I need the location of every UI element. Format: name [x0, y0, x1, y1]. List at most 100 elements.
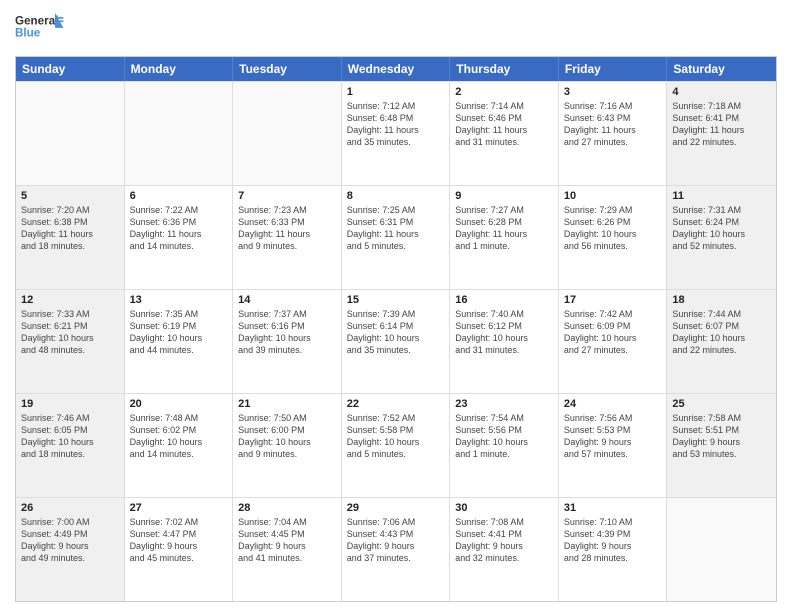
calendar-cell: 31 Sunrise: 7:10 AM Sunset: 4:39 PM Dayli… — [559, 498, 668, 601]
day-info: Sunrise: 7:22 AM Sunset: 6:36 PM Dayligh… — [130, 204, 228, 253]
day-number: 28 — [238, 502, 336, 514]
day-number: 31 — [564, 502, 662, 514]
day-info: Sunrise: 7:48 AM Sunset: 6:02 PM Dayligh… — [130, 412, 228, 461]
header-cell-monday: Monday — [125, 57, 234, 81]
calendar-cell — [16, 82, 125, 185]
day-number: 23 — [455, 398, 553, 410]
day-info: Sunrise: 7:04 AM Sunset: 4:45 PM Dayligh… — [238, 516, 336, 565]
calendar-cell: 1 Sunrise: 7:12 AM Sunset: 6:48 PM Daylig… — [342, 82, 451, 185]
calendar-cell: 27 Sunrise: 7:02 AM Sunset: 4:47 PM Dayli… — [125, 498, 234, 601]
day-info: Sunrise: 7:33 AM Sunset: 6:21 PM Dayligh… — [21, 308, 119, 357]
day-number: 20 — [130, 398, 228, 410]
calendar-cell: 14 Sunrise: 7:37 AM Sunset: 6:16 PM Dayli… — [233, 290, 342, 393]
calendar-row-2: 12Sunrise: 7:33 AM Sunset: 6:21 PM Dayli… — [16, 289, 776, 393]
header-cell-friday: Friday — [559, 57, 668, 81]
day-info: Sunrise: 7:44 AM Sunset: 6:07 PM Dayligh… — [672, 308, 771, 357]
day-number: 13 — [130, 294, 228, 306]
day-number: 4 — [672, 86, 771, 98]
day-number: 30 — [455, 502, 553, 514]
day-number: 2 — [455, 86, 553, 98]
day-info: Sunrise: 7:00 AM Sunset: 4:49 PM Dayligh… — [21, 516, 119, 565]
day-info: Sunrise: 7:12 AM Sunset: 6:48 PM Dayligh… — [347, 100, 445, 149]
day-info: Sunrise: 7:42 AM Sunset: 6:09 PM Dayligh… — [564, 308, 662, 357]
day-number: 22 — [347, 398, 445, 410]
day-number: 26 — [21, 502, 119, 514]
header-cell-saturday: Saturday — [667, 57, 776, 81]
calendar-cell: 4 Sunrise: 7:18 AM Sunset: 6:41 PM Daylig… — [667, 82, 776, 185]
day-info: Sunrise: 7:10 AM Sunset: 4:39 PM Dayligh… — [564, 516, 662, 565]
calendar-cell: 17 Sunrise: 7:42 AM Sunset: 6:09 PM Dayli… — [559, 290, 668, 393]
calendar-cell: 20 Sunrise: 7:48 AM Sunset: 6:02 PM Dayli… — [125, 394, 234, 497]
logo: General Blue — [15, 10, 65, 50]
day-number: 18 — [672, 294, 771, 306]
day-number: 29 — [347, 502, 445, 514]
header: General Blue — [15, 10, 777, 50]
calendar-cell: 5Sunrise: 7:20 AM Sunset: 6:38 PM Daylig… — [16, 186, 125, 289]
day-number: 1 — [347, 86, 445, 98]
calendar-cell: 18 Sunrise: 7:44 AM Sunset: 6:07 PM Dayli… — [667, 290, 776, 393]
day-number: 9 — [455, 190, 553, 202]
calendar-cell: 25Sunrise: 7:58 AM Sunset: 5:51 PM Dayli… — [667, 394, 776, 497]
day-info: Sunrise: 7:35 AM Sunset: 6:19 PM Dayligh… — [130, 308, 228, 357]
calendar-cell: 30 Sunrise: 7:08 AM Sunset: 4:41 PM Dayli… — [450, 498, 559, 601]
day-number: 16 — [455, 294, 553, 306]
day-number: 8 — [347, 190, 445, 202]
day-info: Sunrise: 7:14 AM Sunset: 6:46 PM Dayligh… — [455, 100, 553, 149]
day-info: Sunrise: 7:52 AM Sunset: 5:58 PM Dayligh… — [347, 412, 445, 461]
calendar-cell — [667, 498, 776, 601]
day-info: Sunrise: 7:50 AM Sunset: 6:00 PM Dayligh… — [238, 412, 336, 461]
day-info: Sunrise: 7:27 AM Sunset: 6:28 PM Dayligh… — [455, 204, 553, 253]
calendar-body: 1 Sunrise: 7:12 AM Sunset: 6:48 PM Daylig… — [16, 81, 776, 601]
day-number: 10 — [564, 190, 662, 202]
logo-icon: General Blue — [15, 10, 65, 50]
day-info: Sunrise: 7:54 AM Sunset: 5:56 PM Dayligh… — [455, 412, 553, 461]
day-info: Sunrise: 7:56 AM Sunset: 5:53 PM Dayligh… — [564, 412, 662, 461]
calendar-row-4: 26 Sunrise: 7:00 AM Sunset: 4:49 PM Dayli… — [16, 497, 776, 601]
svg-text:Blue: Blue — [15, 26, 41, 39]
calendar-cell: 3Sunrise: 7:16 AM Sunset: 6:43 PM Daylig… — [559, 82, 668, 185]
calendar-cell: 11Sunrise: 7:31 AM Sunset: 6:24 PM Dayli… — [667, 186, 776, 289]
calendar-cell — [233, 82, 342, 185]
calendar-cell: 16 Sunrise: 7:40 AM Sunset: 6:12 PM Dayli… — [450, 290, 559, 393]
day-number: 15 — [347, 294, 445, 306]
calendar-cell: 2 Sunrise: 7:14 AM Sunset: 6:46 PM Daylig… — [450, 82, 559, 185]
day-info: Sunrise: 7:37 AM Sunset: 6:16 PM Dayligh… — [238, 308, 336, 357]
day-number: 25 — [672, 398, 771, 410]
calendar-cell: 26 Sunrise: 7:00 AM Sunset: 4:49 PM Dayli… — [16, 498, 125, 601]
calendar-cell: 28 Sunrise: 7:04 AM Sunset: 4:45 PM Dayli… — [233, 498, 342, 601]
calendar-cell: 10 Sunrise: 7:29 AM Sunset: 6:26 PM Dayli… — [559, 186, 668, 289]
day-number: 19 — [21, 398, 119, 410]
calendar-row-3: 19Sunrise: 7:46 AM Sunset: 6:05 PM Dayli… — [16, 393, 776, 497]
day-number: 7 — [238, 190, 336, 202]
calendar-cell — [125, 82, 234, 185]
calendar-cell: 15Sunrise: 7:39 AM Sunset: 6:14 PM Dayli… — [342, 290, 451, 393]
calendar-cell: 9 Sunrise: 7:27 AM Sunset: 6:28 PM Daylig… — [450, 186, 559, 289]
calendar-cell: 6 Sunrise: 7:22 AM Sunset: 6:36 PM Daylig… — [125, 186, 234, 289]
day-number: 27 — [130, 502, 228, 514]
calendar-cell: 29 Sunrise: 7:06 AM Sunset: 4:43 PM Dayli… — [342, 498, 451, 601]
day-info: Sunrise: 7:02 AM Sunset: 4:47 PM Dayligh… — [130, 516, 228, 565]
day-number: 17 — [564, 294, 662, 306]
calendar-header: SundayMondayTuesdayWednesdayThursdayFrid… — [16, 57, 776, 81]
header-cell-wednesday: Wednesday — [342, 57, 451, 81]
day-info: Sunrise: 7:16 AM Sunset: 6:43 PM Dayligh… — [564, 100, 662, 149]
day-info: Sunrise: 7:31 AM Sunset: 6:24 PM Dayligh… — [672, 204, 771, 253]
calendar-cell: 13 Sunrise: 7:35 AM Sunset: 6:19 PM Dayli… — [125, 290, 234, 393]
day-info: Sunrise: 7:29 AM Sunset: 6:26 PM Dayligh… — [564, 204, 662, 253]
day-info: Sunrise: 7:08 AM Sunset: 4:41 PM Dayligh… — [455, 516, 553, 565]
day-number: 14 — [238, 294, 336, 306]
page: General Blue SundayMondayTuesdayWednesda… — [0, 0, 792, 612]
day-info: Sunrise: 7:06 AM Sunset: 4:43 PM Dayligh… — [347, 516, 445, 565]
day-info: Sunrise: 7:20 AM Sunset: 6:38 PM Dayligh… — [21, 204, 119, 253]
calendar-cell: 8Sunrise: 7:25 AM Sunset: 6:31 PM Daylig… — [342, 186, 451, 289]
day-number: 6 — [130, 190, 228, 202]
calendar-cell: 19Sunrise: 7:46 AM Sunset: 6:05 PM Dayli… — [16, 394, 125, 497]
calendar-cell: 23 Sunrise: 7:54 AM Sunset: 5:56 PM Dayli… — [450, 394, 559, 497]
day-info: Sunrise: 7:18 AM Sunset: 6:41 PM Dayligh… — [672, 100, 771, 149]
day-info: Sunrise: 7:40 AM Sunset: 6:12 PM Dayligh… — [455, 308, 553, 357]
day-number: 21 — [238, 398, 336, 410]
calendar-row-1: 5Sunrise: 7:20 AM Sunset: 6:38 PM Daylig… — [16, 185, 776, 289]
day-number: 24 — [564, 398, 662, 410]
day-info: Sunrise: 7:23 AM Sunset: 6:33 PM Dayligh… — [238, 204, 336, 253]
calendar: SundayMondayTuesdayWednesdayThursdayFrid… — [15, 56, 777, 602]
